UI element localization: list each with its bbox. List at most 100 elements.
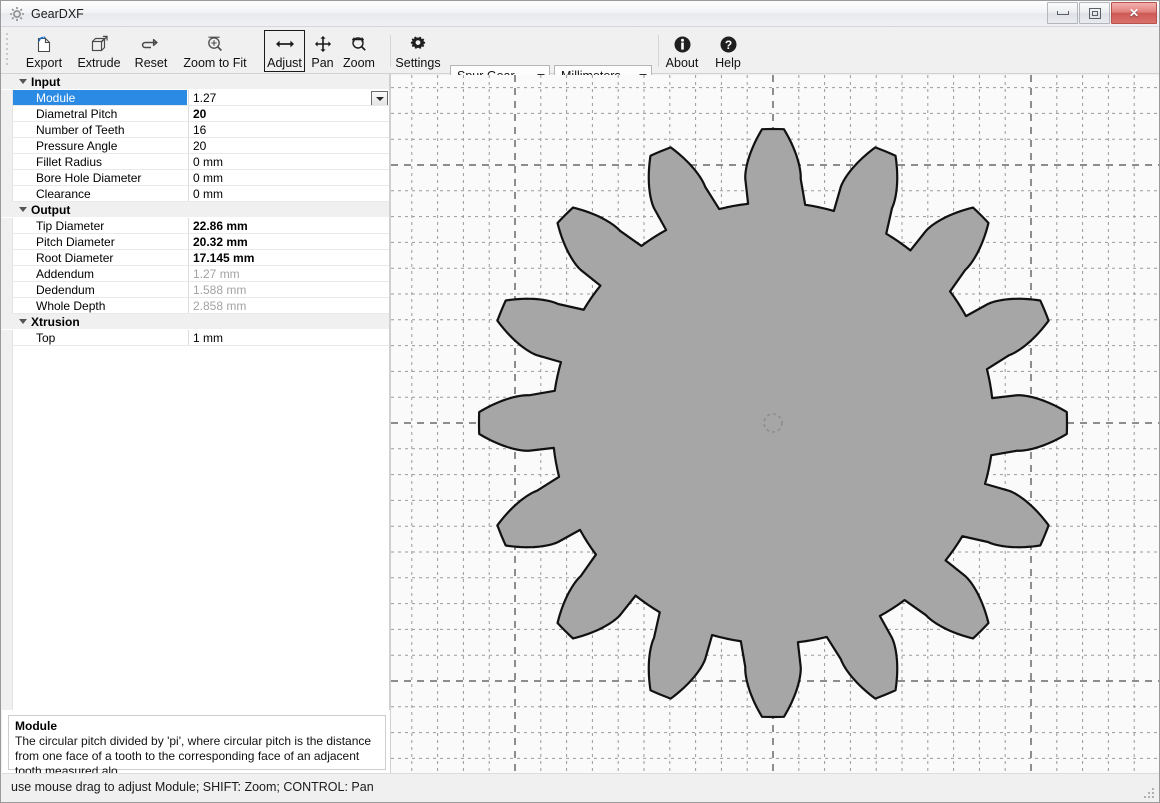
property-row[interactable]: Module 1.27 — [2, 90, 389, 106]
toolbar-separator-1 — [390, 35, 391, 67]
toolbar-separator-2 — [658, 35, 659, 67]
reset-arrow-icon — [140, 34, 162, 54]
about-button[interactable]: About — [660, 30, 704, 72]
minimize-button[interactable] — [1047, 2, 1078, 24]
property-category-xtrusion[interactable]: Xtrusion — [2, 314, 389, 330]
property-category-label: Xtrusion — [31, 315, 80, 329]
property-name: Tip Diameter — [36, 219, 105, 233]
gear-drawing — [391, 75, 1159, 773]
property-row[interactable]: Bore Hole Diameter 0 mm — [2, 170, 389, 186]
property-value[interactable]: 0 mm — [188, 154, 389, 170]
property-row[interactable]: Diametral Pitch 20 — [2, 106, 389, 122]
property-row[interactable]: Addendum 1.27 mm — [2, 266, 389, 282]
property-value: 1.27 mm — [193, 267, 240, 281]
property-name: Bore Hole Diameter — [36, 171, 142, 185]
drawing-canvas[interactable] — [391, 75, 1159, 773]
export-button[interactable]: Export — [19, 30, 69, 72]
status-text: use mouse drag to adjust Module; SHIFT: … — [11, 780, 374, 794]
property-row[interactable]: Fillet Radius 0 mm — [2, 154, 389, 170]
collapse-triangle-icon[interactable] — [19, 79, 27, 84]
description-title: Module — [15, 719, 57, 733]
zoom-magnifier-icon — [348, 34, 370, 54]
zoom-to-fit-label: Zoom to Fit — [183, 56, 247, 70]
extrude-label: Extrude — [77, 56, 121, 70]
resize-grip[interactable] — [1144, 788, 1156, 800]
property-grid-rows: Input Module 1.27 Diametral Pitch 20 Number o… — [2, 74, 389, 346]
zoom-button[interactable]: Zoom — [338, 30, 380, 72]
property-row[interactable]: Top 1 mm — [2, 330, 389, 346]
property-value[interactable]: 16 — [188, 122, 389, 138]
svg-text:?: ? — [724, 38, 731, 52]
property-category-input[interactable]: Input — [2, 74, 389, 90]
property-row[interactable]: Tip Diameter 22.86 mm — [2, 218, 389, 234]
gear-icon — [9, 6, 25, 22]
property-name: Addendum — [36, 267, 95, 281]
reset-button[interactable]: Reset — [129, 30, 173, 72]
property-row[interactable]: Whole Depth 2.858 mm — [2, 298, 389, 314]
property-name: Fillet Radius — [36, 155, 103, 169]
info-circle-icon — [671, 34, 693, 54]
export-page-icon — [33, 34, 55, 54]
property-row[interactable]: Pressure Angle 20 — [2, 138, 389, 154]
toolbar-grip[interactable] — [4, 33, 9, 69]
zoom-to-fit-button[interactable]: Zoom to Fit — [173, 30, 257, 72]
left-pane: Input Module 1.27 Diametral Pitch 20 Number o… — [2, 74, 390, 802]
window-title: GearDXF — [31, 7, 84, 21]
minimize-icon — [1048, 3, 1077, 23]
property-value[interactable]: 20 — [188, 106, 389, 122]
app-window: GearDXF ✕ Export Extrude Reset Zoom to F… — [0, 0, 1160, 803]
property-row[interactable]: Clearance 0 mm — [2, 186, 389, 202]
property-value[interactable]: 17.145 mm — [188, 250, 389, 266]
collapse-triangle-icon[interactable] — [19, 207, 27, 212]
description-panel: Module The circular pitch divided by 'pi… — [8, 715, 386, 778]
property-value: 1.588 mm — [193, 283, 247, 297]
settings-button[interactable]: Settings — [393, 30, 443, 72]
property-grid[interactable]: Input Module 1.27 Diametral Pitch 20 Number o… — [2, 74, 390, 710]
collapse-triangle-icon[interactable] — [19, 319, 27, 324]
property-name: Dedendum — [36, 283, 95, 297]
property-row[interactable]: Dedendum 1.588 mm — [2, 282, 389, 298]
property-name: Number of Teeth — [36, 123, 125, 137]
property-value[interactable]: 0 mm — [188, 170, 389, 186]
property-name: Pressure Angle — [36, 139, 118, 153]
maximize-icon — [1080, 3, 1109, 23]
property-value[interactable]: 1.27 — [188, 90, 389, 106]
maximize-button[interactable] — [1079, 2, 1110, 24]
help-label: Help — [715, 56, 741, 70]
property-row[interactable]: Pitch Diameter 20.32 mm — [2, 234, 389, 250]
property-dropdown-button[interactable] — [371, 91, 388, 106]
title-bar: GearDXF ✕ — [1, 1, 1159, 27]
property-name: Pitch Diameter — [36, 235, 115, 249]
property-name: Top — [36, 331, 56, 345]
pan-button[interactable]: Pan — [307, 30, 338, 72]
property-name: Root Diameter — [36, 251, 114, 265]
zoom-label: Zoom — [343, 56, 375, 70]
property-value[interactable]: 20 — [188, 138, 389, 154]
extrude-cube-icon — [88, 34, 110, 54]
property-category-label: Output — [31, 203, 71, 217]
close-button[interactable]: ✕ — [1111, 2, 1157, 24]
extrude-button[interactable]: Extrude — [71, 30, 127, 72]
property-row[interactable]: Number of Teeth 16 — [2, 122, 389, 138]
help-button[interactable]: ? Help — [709, 30, 747, 72]
zoom-to-fit-icon — [204, 34, 226, 54]
row-divider — [13, 345, 389, 346]
status-bar: use mouse drag to adjust Module; SHIFT: … — [2, 773, 1159, 802]
pan-move-icon — [312, 34, 334, 54]
settings-gear-icon — [407, 34, 429, 54]
property-name: Whole Depth — [36, 299, 106, 313]
property-value[interactable]: 22.86 mm — [188, 218, 389, 234]
close-icon: ✕ — [1128, 6, 1140, 20]
property-value[interactable]: 20.32 mm — [188, 234, 389, 250]
pan-label: Pan — [311, 56, 334, 70]
property-name: Module — [13, 90, 187, 106]
reset-label: Reset — [134, 56, 168, 70]
property-name: Diametral Pitch — [36, 107, 118, 121]
adjust-button[interactable]: Adjust — [264, 30, 305, 72]
property-row[interactable]: Root Diameter 17.145 mm — [2, 250, 389, 266]
window-controls: ✕ — [1046, 2, 1157, 24]
property-value[interactable]: 0 mm — [188, 186, 389, 202]
property-value[interactable]: 1 mm — [188, 330, 389, 346]
property-value: 2.858 mm — [193, 299, 247, 313]
property-category-output[interactable]: Output — [2, 202, 389, 218]
